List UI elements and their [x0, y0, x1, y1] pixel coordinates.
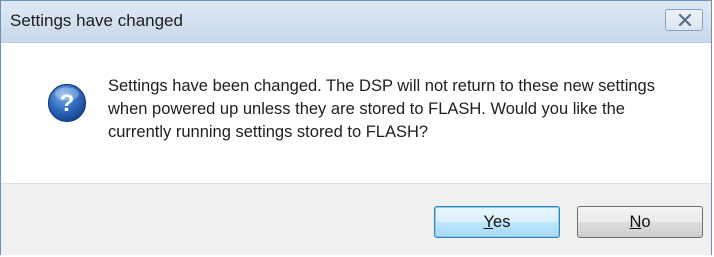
button-bar: Yes No	[1, 183, 711, 255]
no-button[interactable]: No	[577, 206, 703, 238]
no-label: o	[641, 213, 651, 231]
close-button[interactable]	[665, 9, 703, 31]
question-icon: ?	[47, 83, 87, 123]
svg-text:?: ?	[60, 90, 75, 117]
message-text: Settings have been changed. The DSP will…	[108, 77, 655, 141]
dialog-content: ? Settings have been changed. The DSP wi…	[1, 43, 711, 183]
title-bar[interactable]: Settings have changed	[1, 1, 711, 43]
close-icon	[678, 14, 692, 26]
window-title: Settings have changed	[10, 11, 183, 30]
settings-changed-dialog: Settings have changed ? Settings have be…	[0, 0, 712, 255]
yes-label: es	[493, 213, 511, 231]
yes-accelerator: Y	[483, 213, 494, 231]
no-accelerator: N	[629, 213, 642, 231]
yes-button[interactable]: Yes	[434, 206, 560, 238]
